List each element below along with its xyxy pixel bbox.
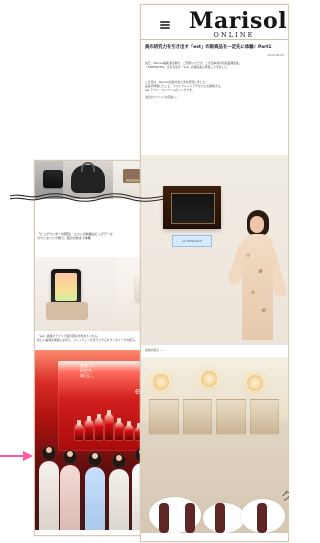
arrow-head: [23, 451, 33, 461]
guest-body: [109, 469, 129, 530]
menu-icon[interactable]: [160, 21, 170, 29]
guest-head: [63, 450, 77, 464]
article-date: 2024.06.04: [267, 53, 284, 57]
chandelier-3: [245, 374, 265, 392]
thumbnail-black-bag: [35, 161, 63, 199]
article-paragraph-2: この日は、Marisol読者の皆さまを招待しました。 実感が体験したこと、ベスト…: [145, 80, 224, 92]
collage-stage: 「ビッグサンダーの研究」 エストの新美白ビッグデータ カウンセリング術で、肌の分…: [0, 0, 289, 543]
guest-head: [112, 454, 126, 468]
bottle-4: [105, 410, 113, 440]
guest-person-3: [83, 452, 107, 530]
guest-body: [85, 467, 105, 530]
bottle-6: [125, 421, 133, 440]
article-paragraph-1: 先日、Marisol編集部主催の、ご招待いただき、この日本初の新商品発表会。 「…: [145, 61, 242, 69]
guest-head: [42, 446, 56, 460]
bottle-1: [75, 420, 83, 440]
chair-2: [185, 503, 195, 533]
outer-edge-character: ク: [281, 489, 289, 503]
banquet-hall-photo: [141, 357, 288, 533]
guest-person-2: [58, 450, 82, 530]
right-article-card: Marisol ONLINE 美の研究力を引き出す「est」の新商品を一足先に体…: [140, 4, 289, 542]
guest-body: [39, 461, 59, 530]
brand-name: Marisol: [189, 8, 288, 34]
woman-dress: [242, 234, 273, 340]
chair-1: [159, 503, 169, 533]
bottle-5: [115, 418, 123, 440]
article-title: 美の研究力を引き出す「est」の新商品を一足先に体験♪ Part1: [145, 45, 272, 50]
guest-head: [88, 452, 102, 466]
hotel-caption: 会場の様子 ……: [145, 348, 166, 352]
guest-body: [60, 465, 80, 530]
arrow-line: [0, 455, 25, 457]
counseling-device-photo: [35, 257, 117, 331]
wall-portrait-photo: est RESEARCH: [141, 155, 288, 345]
chandelier-1: [151, 373, 171, 391]
thumbnail-handbag: [63, 161, 113, 199]
marisol-header: Marisol ONLINE: [141, 5, 288, 40]
woman-face: [250, 216, 264, 233]
left-headline: 「ビッグサンダーの研究」 エストの新美白ビッグデータ カウンセリング術で、肌の分…: [37, 232, 113, 240]
pink-arrow-icon: [0, 451, 38, 461]
bottle-3: [95, 414, 103, 440]
poster-copy: 美容で、 研究を、 毎日に。: [80, 363, 96, 378]
chair-3: [215, 503, 225, 533]
article-paragraph-3: 当日のイベントの記事へ。: [145, 95, 179, 99]
guest-person-4: [107, 454, 131, 530]
chandelier-2: [199, 370, 219, 388]
hall-windows: [149, 399, 279, 435]
woman-model: [226, 210, 288, 340]
bottle-cluster: [75, 398, 145, 440]
bottle-2: [85, 416, 93, 440]
device-stand: [46, 302, 88, 320]
brand-logo: Marisol ONLINE: [189, 8, 288, 39]
framed-display: [163, 186, 221, 229]
chair-4: [257, 503, 267, 533]
wall-label: est RESEARCH: [172, 235, 212, 247]
